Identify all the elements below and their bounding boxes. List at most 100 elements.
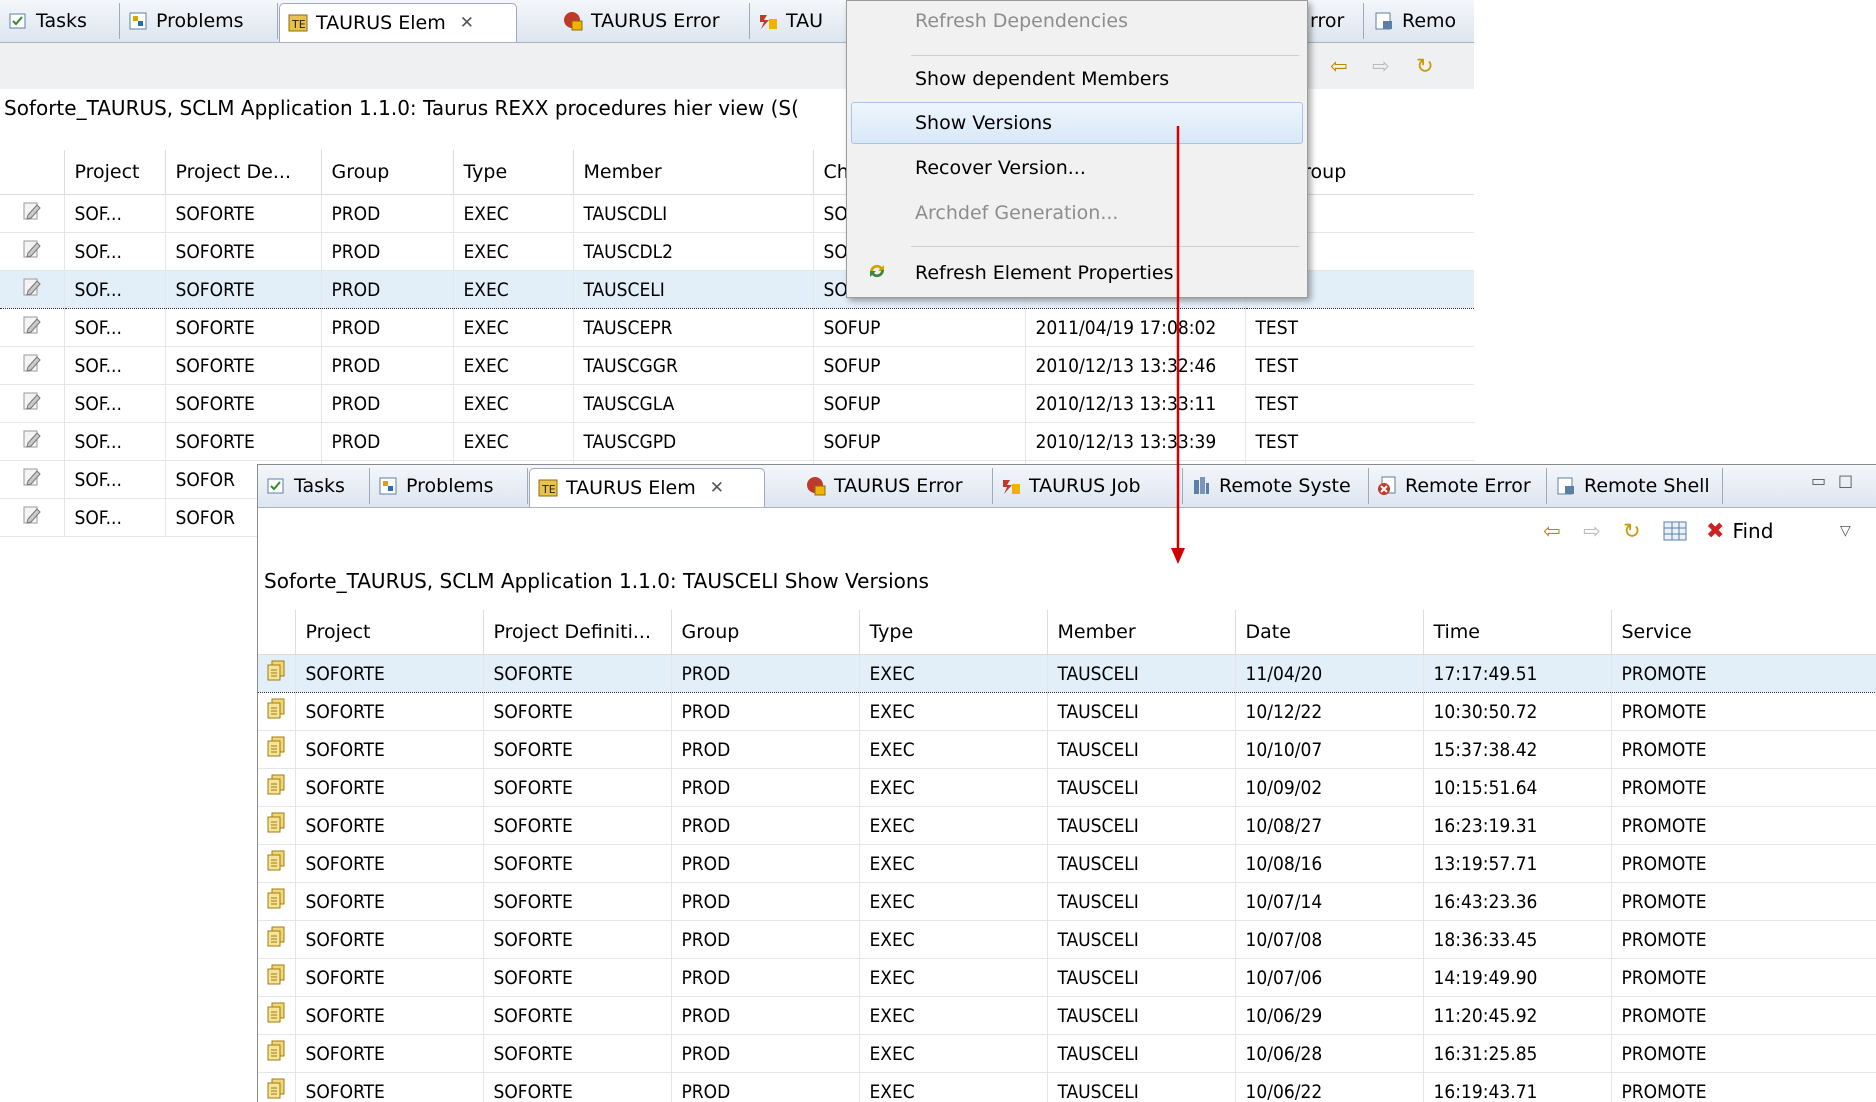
back-arrow-icon[interactable]: ⇦ [1543,517,1561,545]
column-header[interactable]: Group [671,610,859,655]
menu-item-recover-version[interactable]: Recover Version... [847,148,1307,188]
table-cell: PROD [671,1035,859,1073]
menu-item-refresh-element-properties[interactable]: Refresh Element Properties [847,253,1307,293]
tab-label: Remote Syste [1219,475,1351,497]
tab-taurus-error[interactable]: TAURUS Error [555,3,750,39]
tab-remote-error[interactable]: Remote Error [1369,468,1547,504]
table-cell: TAUSCELI [1047,1035,1235,1073]
tab-taurus-job[interactable]: TAURUS Job [993,468,1183,504]
forward-arrow-icon[interactable]: ⇨ [1372,52,1390,80]
minimize-icon[interactable]: ▭ [1811,471,1826,490]
table-cell: 10/08/27 [1235,807,1423,845]
table-cell: TEST [1245,385,1474,423]
element-row[interactable]: SOF...SOFORTEPRODEXECTAUSCGPDSOFUP2010/1… [0,423,1474,461]
version-row[interactable]: SOFORTESOFORTEPRODEXECTAUSCELI10/07/0818… [258,921,1876,959]
table-cell: EXEC [453,271,573,309]
version-row[interactable]: SOFORTESOFORTEPRODEXECTAUSCELI10/08/1613… [258,845,1876,883]
tab-tasks[interactable]: Tasks [0,3,120,39]
menu-item-show-dependent-members[interactable]: Show dependent Members [847,59,1307,99]
tab-problems[interactable]: Problems [120,3,278,39]
version-row[interactable]: SOFORTESOFORTEPRODEXECTAUSCELI10/06/2216… [258,1073,1876,1102]
find-button[interactable]: ✖ Find [1706,517,1773,545]
table-cell: PROD [671,807,859,845]
tab-taurus-elem[interactable]: TE TAURUS Elem ✕ [529,468,765,507]
column-header[interactable]: Type [859,610,1047,655]
element-row[interactable]: SOF...SOFORTEPRODEXECTAUSCGGRSOFUP2010/1… [0,347,1474,385]
refresh-icon[interactable]: ↻ [1416,52,1434,80]
version-icon [258,883,295,921]
table-cell: 10/06/29 [1235,997,1423,1035]
version-row[interactable]: SOFORTESOFORTEPRODEXECTAUSCELI10/09/0210… [258,769,1876,807]
tab-taurus-elem[interactable]: TE TAURUS Elem ✕ [279,3,517,42]
column-header[interactable]: Time [1423,610,1611,655]
table-cell: SOF... [64,461,165,499]
column-header[interactable]: Project De... [165,150,321,195]
column-header[interactable]: Date [1235,610,1423,655]
menu-item-archdef-generation[interactable]: Archdef Generation... [847,193,1307,233]
close-tab-icon[interactable]: ✕ [710,478,724,498]
table-cell: 10/08/16 [1235,845,1423,883]
version-row[interactable]: SOFORTESOFORTEPRODEXECTAUSCELI10/08/2716… [258,807,1876,845]
table-cell: SOF... [64,233,165,271]
element-row[interactable]: SOF...SOFORTEPRODEXECTAUSCEPRSOFUP2011/0… [0,309,1474,347]
table-cell: SOFORTE [295,693,483,731]
element-row[interactable]: SOF...SOFORTEPRODEXECTAUSCGLASOFUP2010/1… [0,385,1474,423]
table-cell: PROMOTE [1611,959,1876,997]
table-cell: 16:31:25.85 [1423,1035,1611,1073]
table-cell: SOFUP [813,309,1025,347]
menu-item-refresh-dependencies[interactable]: Refresh Dependencies [847,1,1307,41]
version-icon [258,1073,295,1102]
table-cell: SOFORTE [165,233,321,271]
table-cell: SOFORTE [295,921,483,959]
close-tab-icon[interactable]: ✕ [460,13,474,33]
tab-remote-shell[interactable]: Remote Shell [1548,468,1723,504]
tab-problems[interactable]: Problems [370,468,528,504]
table-cell: TAUSCELI [1047,655,1235,693]
column-header[interactable]: Project Definiti... [483,610,671,655]
table-cell: EXEC [859,693,1047,731]
table-cell: PROMOTE [1611,769,1876,807]
edit-element-icon [0,461,64,499]
tab-taurus-error[interactable]: TAURUS Error [798,468,993,504]
table-cell: SOF... [64,499,165,537]
version-row[interactable]: SOFORTESOFORTEPRODEXECTAUSCELI10/06/2816… [258,1035,1876,1073]
version-row[interactable]: SOFORTESOFORTEPRODEXECTAUSCELI11/04/2017… [258,655,1876,693]
tab-tasks[interactable]: Tasks [258,468,370,504]
version-row[interactable]: SOFORTESOFORTEPRODEXECTAUSCELI10/07/0614… [258,959,1876,997]
table-cell: SOFORTE [295,769,483,807]
version-row[interactable]: SOFORTESOFORTEPRODEXECTAUSCELI10/07/1416… [258,883,1876,921]
version-row[interactable]: SOFORTESOFORTEPRODEXECTAUSCELI10/12/2210… [258,693,1876,731]
tab-label: Remo [1402,10,1456,32]
table-cell: TEST [1245,347,1474,385]
tab-remote-error[interactable]: rror [1306,3,1364,39]
table-cell: EXEC [453,347,573,385]
version-row[interactable]: SOFORTESOFORTEPRODEXECTAUSCELI10/06/2911… [258,997,1876,1035]
table-columns-icon[interactable] [1663,517,1687,545]
tab-taurus-job[interactable]: TAU [750,3,850,39]
column-header[interactable]: Project [295,610,483,655]
forward-arrow-icon[interactable]: ⇨ [1583,517,1601,545]
view-toolbar: ⇦ ⇨ ↻ ✖ Find ▽ [258,508,1876,554]
column-header[interactable]: Member [573,150,813,195]
table-cell: SOFORTE [295,959,483,997]
column-header[interactable]: Service [1611,610,1876,655]
table-cell: PROD [321,309,453,347]
column-header[interactable]: Type [453,150,573,195]
table-header-row: ProjectProject Definiti...GroupTypeMembe… [258,610,1876,655]
table-cell: 10/06/22 [1235,1073,1423,1102]
version-row[interactable]: SOFORTESOFORTEPRODEXECTAUSCELI10/10/0715… [258,731,1876,769]
menu-item-show-versions[interactable]: Show Versions [851,102,1303,144]
taurus-job-icon [758,11,778,31]
column-header[interactable]: Member [1047,610,1235,655]
view-menu-icon[interactable]: ▽ [1840,517,1851,545]
column-header[interactable]: Project [64,150,165,195]
table-cell: 10/12/22 [1235,693,1423,731]
maximize-icon[interactable]: □ [1838,471,1853,490]
column-header[interactable]: Group [321,150,453,195]
table-cell: PROD [321,385,453,423]
tab-remote-shell[interactable]: Remo [1366,3,1474,39]
back-arrow-icon[interactable]: ⇦ [1330,52,1348,80]
refresh-icon[interactable]: ↻ [1623,517,1641,545]
table-cell: 16:23:19.31 [1423,807,1611,845]
tab-remote-systems[interactable]: Remote Syste [1183,468,1369,504]
